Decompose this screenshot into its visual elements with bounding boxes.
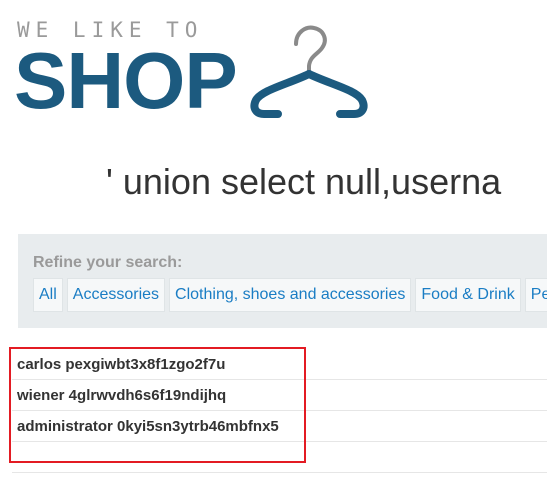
table-row: administrator 0kyi5sn3ytrb46mbfnx5 [12, 411, 547, 442]
filter-link-all[interactable]: All [33, 278, 63, 312]
filter-title: Refine your search: [33, 254, 183, 271]
filter-link-pets[interactable]: Pe [524, 278, 547, 312]
category-filter-list: All Accessories Clothing, shoes and acce… [33, 278, 547, 312]
shop-logo[interactable]: WE LIKE TO SHOP [14, 18, 376, 124]
coat-hanger-icon [250, 25, 368, 118]
filter-panel: Refine your search: All Accessories Clot… [18, 234, 547, 328]
logo-wordmark: SHOP [14, 36, 238, 125]
filter-link-accessories[interactable]: Accessories [66, 278, 166, 312]
results-table: carlos pexgiwbt3x8f1zgo2f7u wiener 4glrw… [12, 349, 547, 473]
search-query-heading: ' union select null,userna [106, 161, 502, 202]
table-row: carlos pexgiwbt3x8f1zgo2f7u [12, 349, 547, 380]
filter-link-food-drink[interactable]: Food & Drink [415, 278, 521, 312]
table-row-empty [12, 442, 547, 473]
page: WE LIKE TO SHOP ' union select null,user… [0, 0, 547, 483]
table-row: wiener 4glrwvdh6s6f19ndijhq [12, 380, 547, 411]
filter-link-clothing[interactable]: Clothing, shoes and accessories [169, 278, 412, 312]
